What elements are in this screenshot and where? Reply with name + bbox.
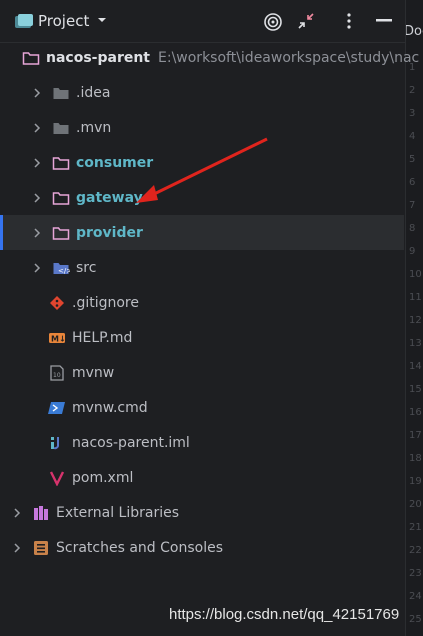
watermark: https://blog.csdn.net/qq_42151769 [169,606,400,623]
annotation-arrow [136,137,268,203]
